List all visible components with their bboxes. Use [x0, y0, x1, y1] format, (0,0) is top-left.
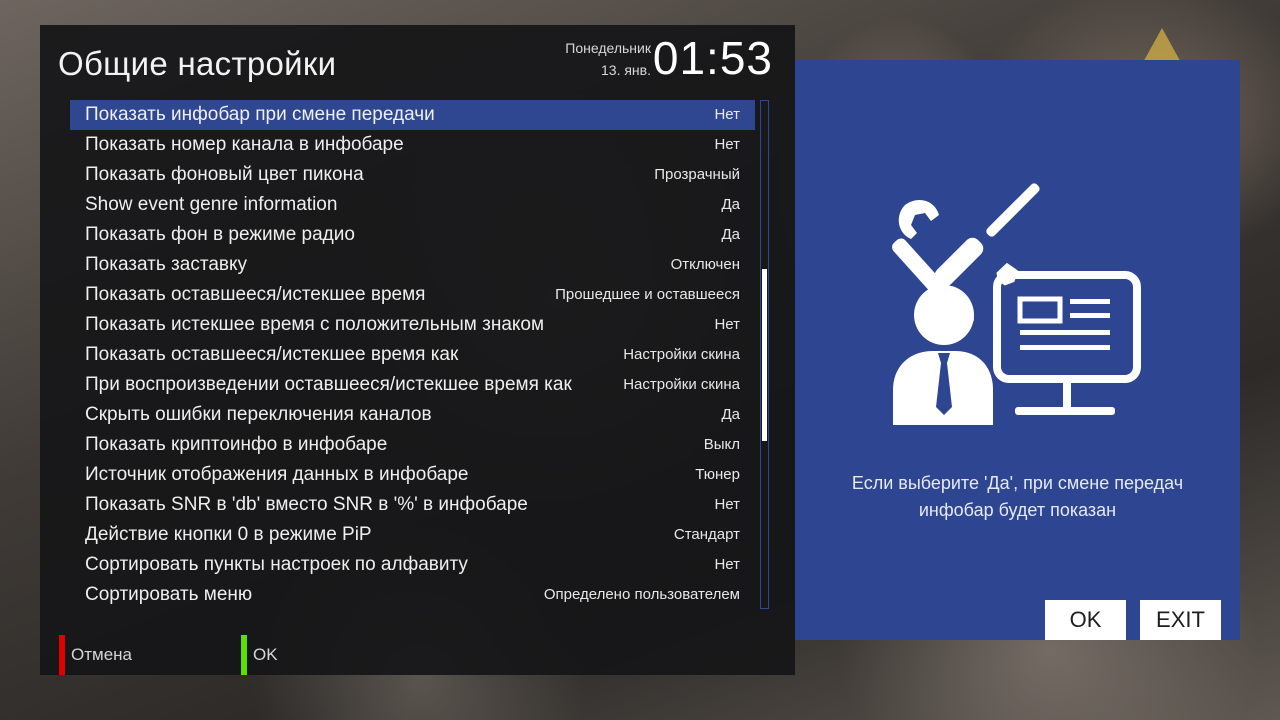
setting-row[interactable]: Сортировать пункты настроек по алфавиту Н…: [70, 550, 755, 580]
setting-value[interactable]: Нет: [714, 130, 740, 160]
setting-row[interactable]: Показать оставшееся/истекшее время Прошед…: [70, 280, 755, 310]
ok-key-label: OK: [253, 645, 278, 664]
setting-row[interactable]: Сортировать меню Определено пользователем: [70, 580, 755, 610]
setting-label: Действие кнопки 0 в режиме PiP: [85, 524, 372, 545]
help-text: Если выберите 'Да', при смене передач ин…: [851, 473, 1184, 520]
date-label: 13. янв.: [601, 62, 651, 78]
setting-value[interactable]: Тюнер: [695, 460, 740, 490]
setting-row[interactable]: Действие кнопки 0 в режиме PiP Стандарт: [70, 520, 755, 550]
setting-row[interactable]: Показать фон в режиме радио Да: [70, 220, 755, 250]
setting-row[interactable]: Источник отображения данных в инфобаре Тю…: [70, 460, 755, 490]
weekday-label: Понедельник: [565, 40, 651, 56]
setting-value[interactable]: Нет: [714, 310, 740, 340]
setting-value[interactable]: Нет: [714, 100, 740, 130]
ok-button[interactable]: OK: [1045, 600, 1126, 640]
cancel-key[interactable]: Отмена: [59, 635, 132, 675]
setting-row[interactable]: Показать номер канала в инфобаре Нет: [70, 130, 755, 160]
info-panel: Если выберите 'Да', при смене передач ин…: [795, 60, 1240, 640]
setting-label: Show event genre information: [85, 194, 338, 215]
setting-value[interactable]: Да: [721, 220, 740, 250]
date-block: Понедельник 13. янв.: [565, 37, 651, 81]
clock: 01:53: [652, 32, 773, 84]
setting-label: Скрыть ошибки переключения каналов: [85, 404, 432, 425]
setting-label: Сортировать меню: [85, 584, 253, 605]
setting-label: Показать криптоинфо в инфобаре: [85, 434, 388, 455]
setting-value[interactable]: Настройки скина: [623, 370, 740, 400]
setting-row[interactable]: При воспроизведении оставшееся/истекшее …: [70, 370, 755, 400]
setting-value[interactable]: Нет: [714, 490, 740, 520]
setting-label: Показать SNR в 'db' вместо SNR в '%' в и…: [85, 494, 528, 515]
setting-label: Источник отображения данных в инфобаре: [85, 464, 469, 485]
settings-panel: Общие настройки Понедельник 13. янв. 01:…: [40, 25, 795, 675]
red-key-indicator: [59, 635, 65, 675]
setting-label: Показать оставшееся/истекшее время: [85, 284, 426, 305]
setting-value[interactable]: Стандарт: [674, 520, 740, 550]
setting-value[interactable]: Определено пользователем: [544, 580, 740, 610]
setting-value[interactable]: Да: [721, 190, 740, 220]
ok-key[interactable]: OK: [241, 635, 278, 675]
setting-value[interactable]: Нет: [714, 550, 740, 580]
setting-row[interactable]: Показать криптоинфо в инфобаре Выкл: [70, 430, 755, 460]
setting-row[interactable]: Скрыть ошибки переключения каналов Да: [70, 400, 755, 430]
scrollbar-thumb[interactable]: [762, 269, 767, 441]
setting-row[interactable]: Показать истекшее время с положительным …: [70, 310, 755, 340]
setting-value[interactable]: Да: [721, 400, 740, 430]
setting-value[interactable]: Прозрачный: [654, 160, 740, 190]
cancel-key-label: Отмена: [71, 645, 132, 664]
exit-button[interactable]: EXIT: [1140, 600, 1221, 640]
setting-row[interactable]: Показать заставку Отключен: [70, 250, 755, 280]
setting-label: Показать заставку: [85, 254, 248, 275]
setting-label: Показать фоновый цвет пикона: [85, 164, 364, 185]
setting-label: Сортировать пункты настроек по алфавиту: [85, 554, 468, 575]
setting-value[interactable]: Отключен: [671, 250, 740, 280]
setting-row[interactable]: Показать фоновый цвет пикона Прозрачный: [70, 160, 755, 190]
setting-value[interactable]: Выкл: [704, 430, 740, 460]
setting-label: При воспроизведении оставшееся/истекшее …: [85, 374, 572, 395]
setting-label: Показать оставшееся/истекшее время как: [85, 344, 459, 365]
setting-label: Показать истекшее время с положительным …: [85, 314, 545, 335]
setting-row[interactable]: Показать инфобар при смене передачи Нет: [70, 100, 755, 130]
page-title: Общие настройки: [58, 45, 337, 82]
setting-label: Показать фон в режиме радио: [85, 224, 355, 245]
setting-row[interactable]: Показать SNR в 'db' вместо SNR в '%' в и…: [70, 490, 755, 520]
setting-value[interactable]: Настройки скина: [623, 340, 740, 370]
setting-row[interactable]: Показать оставшееся/истекшее время как На…: [70, 340, 755, 370]
setting-value[interactable]: Прошедшее и оставшееся: [555, 280, 740, 310]
setting-label: Показать инфобар при смене передачи: [85, 104, 435, 125]
scrollbar[interactable]: [760, 100, 769, 609]
setting-row[interactable]: Show event genre information Да: [70, 190, 755, 220]
settings-list: Показать инфобар при смене передачи Нет По…: [70, 100, 755, 610]
settings-admin-icon: [892, 183, 1141, 425]
setting-label: Показать номер канала в инфобаре: [85, 134, 404, 155]
green-key-indicator: [241, 635, 247, 675]
